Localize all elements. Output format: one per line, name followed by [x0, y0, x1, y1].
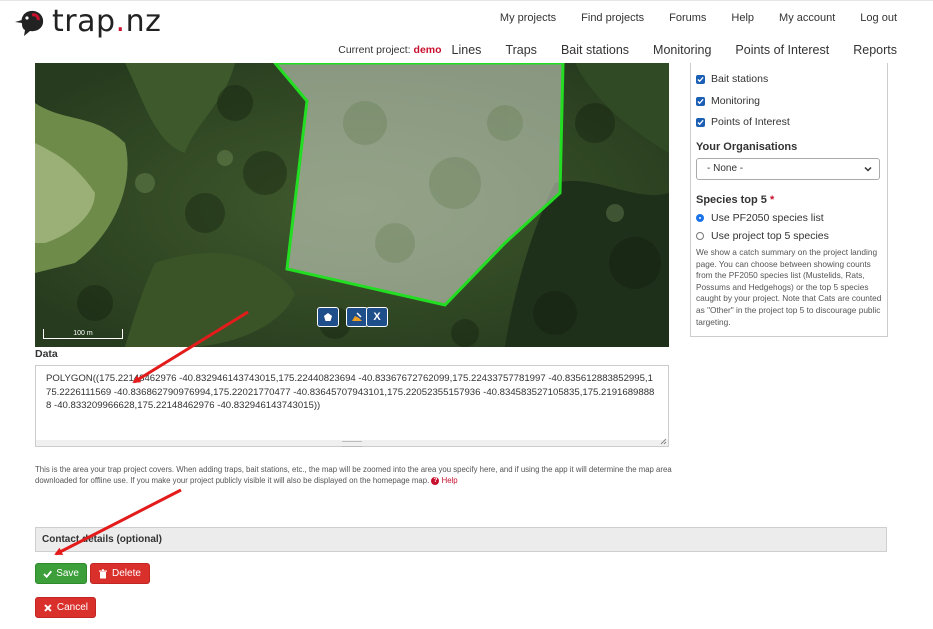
trash-icon — [99, 568, 107, 578]
resize-grip-icon[interactable] — [659, 437, 667, 445]
project-navigation: Current project: demo Lines Traps Bait s… — [338, 43, 897, 57]
checkbox-checked-icon — [696, 96, 705, 106]
nav-help[interactable]: Help — [731, 12, 754, 24]
map-scale-bar: 100 m — [43, 329, 123, 339]
nav-log-out[interactable]: Log out — [860, 12, 897, 24]
top-navigation: My projects Find projects Forums Help My… — [500, 12, 897, 24]
chevron-down-icon — [864, 166, 872, 172]
tab-monitoring[interactable]: Monitoring — [653, 43, 711, 57]
nav-find-projects[interactable]: Find projects — [581, 12, 644, 24]
species-help-note: We show a catch summary on the project l… — [696, 247, 882, 327]
data-textarea[interactable]: POLYGON((175.22148462976 -40.83294614374… — [35, 365, 669, 447]
current-project: Current project: demo — [338, 44, 442, 56]
radio-selected-icon — [696, 214, 704, 222]
organisations-heading: Your Organisations — [696, 141, 798, 153]
satellite-map[interactable]: 100 m X — [35, 63, 669, 347]
radio-unselected-icon — [696, 232, 704, 240]
tab-reports[interactable]: Reports — [853, 43, 897, 57]
brand-name: trap.nz — [52, 3, 162, 39]
checkbox-checked-icon — [696, 117, 705, 127]
data-textarea-value: POLYGON((175.22148462976 -40.83294614374… — [46, 373, 655, 411]
checkbox-monitoring[interactable]: Monitoring — [696, 95, 760, 107]
nav-my-account[interactable]: My account — [779, 12, 835, 24]
satellite-imagery — [35, 63, 669, 347]
save-button[interactable]: Save — [35, 563, 87, 584]
checkbox-points-of-interest[interactable]: Points of Interest — [696, 116, 790, 128]
project-settings-panel: Bait stations Monitoring Points of Inter… — [690, 63, 888, 337]
kiwi-bird-icon — [15, 10, 44, 37]
cancel-drawing-button[interactable]: X — [366, 307, 388, 327]
tab-bait-stations[interactable]: Bait stations — [561, 43, 629, 57]
radio-project-top5-species[interactable]: Use project top 5 species — [696, 230, 829, 242]
close-icon: X — [373, 311, 381, 323]
data-field-help: This is the area your trap project cover… — [35, 465, 672, 486]
pentagon-tool-icon — [324, 313, 332, 321]
current-project-name[interactable]: demo — [414, 44, 442, 56]
draw-polygon-button[interactable] — [317, 307, 339, 327]
top-border — [0, 0, 933, 1]
checkmark-icon — [43, 570, 52, 578]
tab-points-of-interest[interactable]: Points of Interest — [735, 43, 829, 57]
cancel-button[interactable]: Cancel — [35, 597, 96, 618]
nav-forums[interactable]: Forums — [669, 12, 706, 24]
species-heading: Species top 5 * — [696, 194, 775, 206]
nav-my-projects[interactable]: My projects — [500, 12, 556, 24]
edit-polygon-icon — [352, 312, 362, 321]
help-link[interactable]: Help — [442, 476, 458, 485]
tab-lines[interactable]: Lines — [452, 43, 482, 57]
close-icon — [44, 603, 52, 612]
tab-traps[interactable]: Traps — [505, 43, 537, 57]
checkbox-bait-stations[interactable]: Bait stations — [696, 73, 768, 85]
delete-button[interactable]: Delete — [90, 563, 150, 584]
help-icon[interactable]: ? — [431, 477, 440, 486]
organisations-select[interactable]: - None - — [696, 158, 880, 180]
brand-logo[interactable]: trap.nz — [14, 3, 162, 39]
radio-pf2050-species[interactable]: Use PF2050 species list — [696, 212, 824, 224]
checkbox-checked-icon — [696, 74, 705, 84]
contact-details-section[interactable]: Contact details (optional) — [35, 527, 887, 552]
edit-polygon-button[interactable] — [346, 307, 368, 327]
data-field-label: Data — [35, 348, 58, 360]
textarea-drag-handle[interactable] — [342, 441, 362, 447]
